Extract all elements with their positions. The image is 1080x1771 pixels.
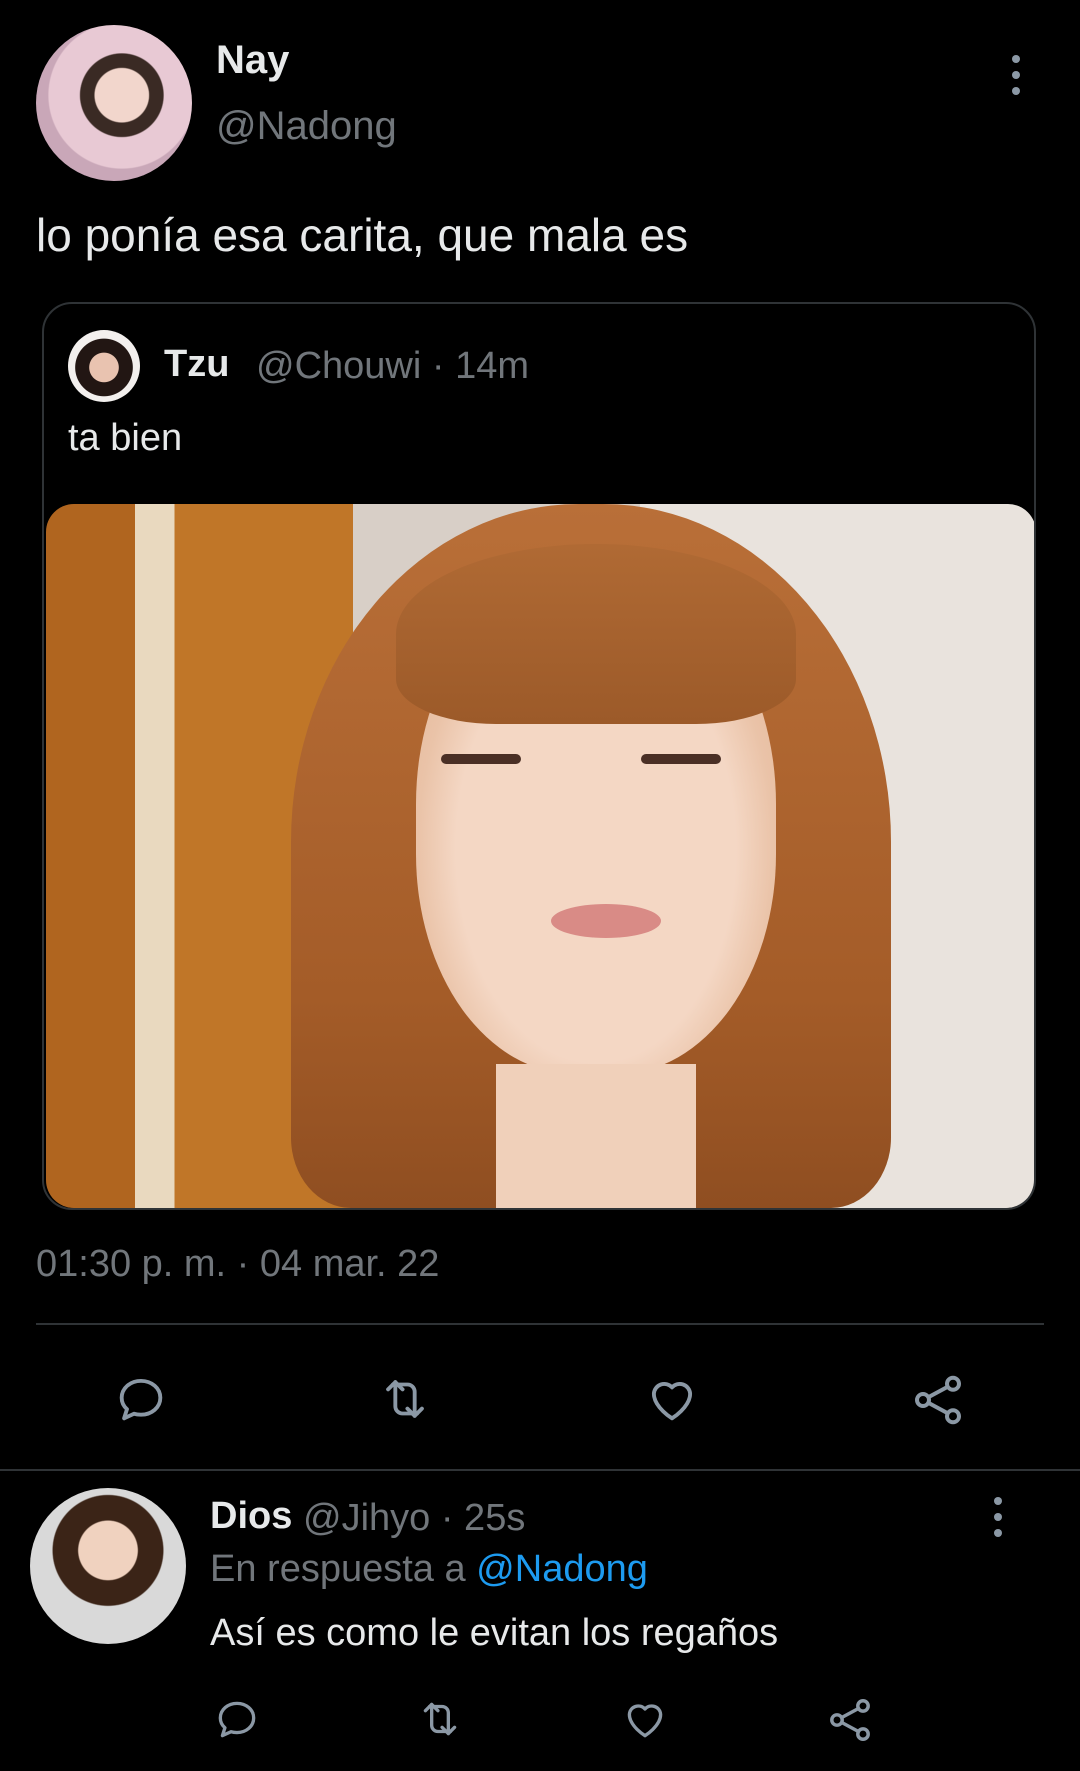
quoted-tweet-text: ta bien: [68, 417, 183, 459]
reply-share-icon[interactable]: [824, 1694, 876, 1746]
photo-neck: [496, 1064, 696, 1208]
author-handle[interactable]: @Nadong: [216, 104, 397, 149]
reply-text: Así es como le evitan los regaños: [210, 1612, 779, 1654]
quoted-tweet-photo[interactable]: [46, 504, 1034, 1208]
photo-mouth: [551, 904, 661, 938]
reply-icon[interactable]: [112, 1370, 170, 1428]
reply-like-icon[interactable]: [620, 1694, 670, 1744]
like-icon[interactable]: [643, 1370, 701, 1428]
section-divider: [0, 1469, 1080, 1471]
quoted-author-avatar[interactable]: [68, 330, 140, 402]
reply-author-name[interactable]: Dios: [210, 1495, 292, 1538]
tweet-timestamp[interactable]: 01:30 p. m. · 04 mar. 22: [36, 1243, 439, 1286]
retweet-icon[interactable]: [373, 1370, 437, 1428]
replying-to-prefix: En respuesta a: [210, 1548, 466, 1590]
tweet-text: lo ponía esa carita, que mala es: [36, 209, 689, 261]
reply-more-options-icon[interactable]: [986, 1497, 1010, 1537]
more-options-icon[interactable]: [1004, 55, 1028, 95]
quoted-author-handle-time[interactable]: @Chouwi · 14m: [256, 345, 529, 388]
reply-retweet-icon[interactable]: [412, 1694, 468, 1744]
photo-eye-right: [641, 754, 721, 764]
author-name[interactable]: Nay: [216, 38, 289, 83]
reply-author-handle-time[interactable]: @Jihyo · 25s: [303, 1497, 525, 1540]
photo-eye-left: [441, 754, 521, 764]
reply-reply-icon[interactable]: [212, 1694, 262, 1744]
share-icon[interactable]: [908, 1370, 968, 1430]
reply-author-avatar[interactable]: [30, 1488, 186, 1644]
replying-to-handle-link[interactable]: @Nadong: [476, 1548, 648, 1590]
photo-fringe: [396, 544, 796, 724]
quoted-author-name[interactable]: Tzu: [164, 343, 229, 386]
author-avatar[interactable]: [36, 25, 192, 181]
quoted-tweet-card[interactable]: [42, 302, 1036, 1210]
replying-to: En respuesta a @Nadong: [210, 1548, 648, 1591]
divider: [36, 1323, 1044, 1325]
tweet-detail-screen: Nay @Nadong lo ponía esa carita, que mal…: [0, 0, 1080, 1771]
